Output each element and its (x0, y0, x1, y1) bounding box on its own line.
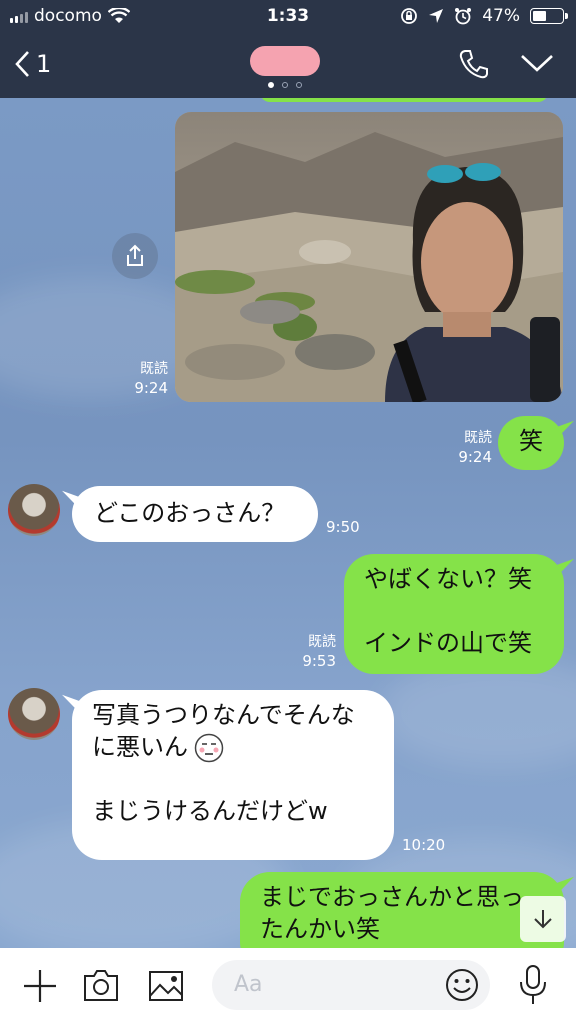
message-meta: 既読 9:24 (118, 361, 168, 397)
sent-message[interactable]: 笑 (498, 416, 564, 470)
unread-count: 1 (36, 50, 52, 78)
message-text: 笑 (519, 427, 543, 455)
message-meta: 既読 9:53 (296, 634, 336, 670)
message-line: まじうけるんだけどw (92, 796, 328, 825)
unamused-face-emoji-icon (194, 733, 224, 763)
message-time: 9:24 (134, 378, 168, 397)
avatar[interactable] (8, 688, 60, 740)
message-time: 9:53 (302, 651, 336, 670)
sent-message[interactable]: やばくない？笑 インドの山で笑 (344, 554, 564, 674)
message-meta: 既読 9:24 (450, 430, 492, 466)
message-text: どこのおっさん？ (94, 499, 286, 527)
page-indicator (268, 82, 302, 88)
share-button[interactable] (112, 233, 158, 279)
previous-message-bubble (260, 98, 548, 102)
photo-image (175, 112, 563, 402)
message-line: に悪いん (92, 732, 188, 761)
microphone-icon[interactable] (516, 964, 550, 1006)
rotation-lock-icon (401, 8, 418, 24)
message-line: 写真うつりなんでそんな (92, 701, 355, 729)
message-meta: 10:20 (402, 836, 452, 855)
page-dot (282, 82, 288, 88)
chevron-left-icon (15, 51, 29, 77)
camera-icon[interactable] (82, 968, 120, 1004)
alarm-icon (455, 8, 472, 25)
contact-name-redacted[interactable] (250, 46, 320, 76)
photo-message[interactable] (175, 112, 563, 402)
message-line: たんかい笑 (260, 914, 380, 943)
message-input[interactable]: Aa (212, 960, 490, 1010)
input-bar: Aa (0, 948, 576, 1024)
page-dot (268, 82, 274, 88)
message-time: 9:24 (458, 447, 492, 466)
battery-percent: 47% (482, 6, 520, 26)
received-message[interactable]: どこのおっさん？ (72, 486, 318, 542)
message-meta: 9:50 (326, 518, 366, 537)
read-label: 既読 (308, 634, 336, 650)
message-time: 9:50 (326, 518, 360, 536)
top-bar: docomo 1:33 47% 1 (0, 0, 576, 98)
phone-icon[interactable] (458, 48, 490, 80)
share-icon (127, 244, 143, 266)
sent-message[interactable]: まじでおっさんかと思っ たんかい笑 (240, 872, 564, 948)
message-line: やばくない？笑 (364, 565, 532, 593)
read-label: 既読 (140, 361, 168, 377)
message-line: インドの山で笑 (364, 628, 532, 657)
chevron-down-icon[interactable] (520, 52, 554, 74)
status-bar: docomo 1:33 47% (0, 0, 576, 34)
input-placeholder: Aa (234, 972, 263, 997)
plus-icon[interactable] (22, 968, 58, 1004)
location-icon (429, 9, 444, 23)
read-label: 既読 (464, 430, 492, 446)
page-dot (296, 82, 302, 88)
battery-icon (530, 8, 568, 24)
chat-header: 1 (0, 34, 576, 98)
back-button[interactable]: 1 (14, 50, 51, 78)
smiley-icon[interactable] (444, 967, 480, 1003)
message-time: 10:20 (402, 836, 446, 854)
chat-area[interactable]: 既読 9:24 既読 9:24 笑 どこのおっさん？ 9:50 既読 9:53 … (0, 98, 576, 948)
received-message[interactable]: 写真うつりなんでそんな に悪いん まじうけるんだけどw (72, 690, 394, 860)
arrow-down-icon (534, 910, 552, 929)
message-line: まじでおっさんかと思っ (260, 883, 524, 911)
image-icon[interactable] (148, 968, 184, 1004)
avatar[interactable] (8, 484, 60, 536)
scroll-to-bottom-button[interactable] (520, 896, 566, 942)
